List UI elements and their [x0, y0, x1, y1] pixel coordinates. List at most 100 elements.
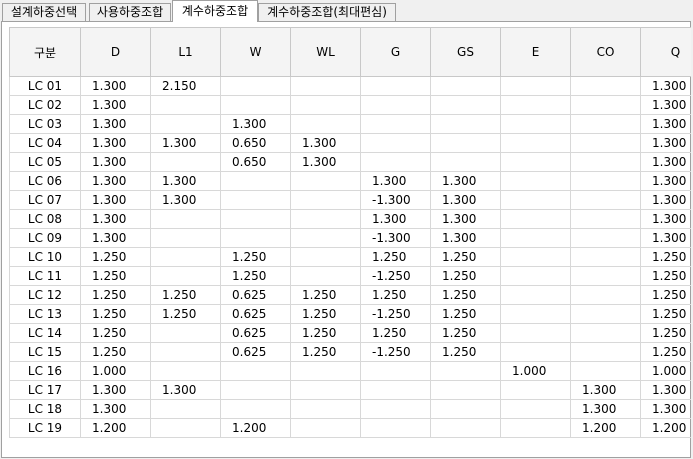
table-row[interactable]: LC 09 1.300 -1.300 1.300 1.300 — [9, 228, 691, 248]
factor-cell-q[interactable]: 1.200 — [640, 418, 691, 438]
factor-cell-w[interactable]: 1.250 — [220, 266, 291, 286]
factor-cell-wl[interactable]: 1.250 — [290, 304, 361, 324]
factor-cell-w[interactable]: 0.650 — [220, 133, 291, 153]
factor-cell-co[interactable] — [570, 209, 641, 229]
factor-cell-gs[interactable]: 1.300 — [430, 190, 501, 210]
factor-cell-d[interactable]: 1.250 — [80, 247, 151, 267]
factor-cell-d[interactable]: 1.250 — [80, 342, 151, 362]
factor-cell-w[interactable] — [220, 399, 291, 419]
factor-cell-gs[interactable]: 1.300 — [430, 209, 501, 229]
factor-cell-co[interactable] — [570, 361, 641, 381]
factor-cell-co[interactable] — [570, 304, 641, 324]
factor-cell-q[interactable]: 1.300 — [640, 171, 691, 191]
table-row[interactable]: LC 10 1.250 1.250 1.250 1.250 1.250 — [9, 247, 691, 267]
factor-cell-wl[interactable] — [290, 228, 361, 248]
factor-cell-q[interactable]: 1.250 — [640, 323, 691, 343]
factor-cell-l1[interactable]: 1.250 — [150, 304, 221, 324]
factor-cell-wl[interactable]: 1.300 — [290, 133, 361, 153]
factor-cell-d[interactable]: 1.300 — [80, 209, 151, 229]
factor-cell-l1[interactable] — [150, 247, 221, 267]
factor-cell-co[interactable] — [570, 190, 641, 210]
factor-cell-q[interactable]: 1.300 — [640, 95, 691, 115]
factor-cell-l1[interactable] — [150, 228, 221, 248]
table-row[interactable]: LC 08 1.300 1.300 1.300 1.300 — [9, 209, 691, 229]
factor-cell-e[interactable] — [500, 342, 571, 362]
factor-cell-w[interactable] — [220, 190, 291, 210]
factor-cell-co[interactable] — [570, 342, 641, 362]
factor-cell-e[interactable]: 1.000 — [500, 361, 571, 381]
factor-cell-l1[interactable]: 1.250 — [150, 285, 221, 305]
factor-cell-w[interactable]: 0.625 — [220, 285, 291, 305]
factor-cell-e[interactable] — [500, 418, 571, 438]
factor-cell-gs[interactable]: 1.300 — [430, 171, 501, 191]
factor-cell-q[interactable]: 1.250 — [640, 247, 691, 267]
factor-cell-gs[interactable] — [430, 418, 501, 438]
factor-cell-l1[interactable]: 1.300 — [150, 190, 221, 210]
factor-cell-wl[interactable]: 1.250 — [290, 285, 361, 305]
factor-cell-g[interactable]: 1.250 — [360, 247, 431, 267]
factor-cell-g[interactable] — [360, 76, 431, 96]
table-row[interactable]: LC 19 1.200 1.200 1.200 1.200 — [9, 418, 691, 438]
factor-cell-w[interactable] — [220, 171, 291, 191]
table-row[interactable]: LC 07 1.300 1.300 -1.300 1.300 1.300 — [9, 190, 691, 210]
table-row[interactable]: LC 16 1.000 1.000 1.000 — [9, 361, 691, 381]
factor-cell-gs[interactable] — [430, 95, 501, 115]
factor-cell-w[interactable]: 1.200 — [220, 418, 291, 438]
factor-cell-l1[interactable] — [150, 152, 221, 172]
factor-cell-co[interactable] — [570, 114, 641, 134]
factor-cell-co[interactable]: 1.300 — [570, 399, 641, 419]
factor-cell-e[interactable] — [500, 323, 571, 343]
factor-cell-w[interactable]: 0.625 — [220, 323, 291, 343]
factor-cell-d[interactable]: 1.250 — [80, 304, 151, 324]
factor-cell-wl[interactable] — [290, 190, 361, 210]
factor-cell-g[interactable]: -1.300 — [360, 228, 431, 248]
factor-cell-w[interactable] — [220, 361, 291, 381]
factor-cell-w[interactable]: 0.625 — [220, 342, 291, 362]
factor-cell-g[interactable]: -1.300 — [360, 190, 431, 210]
factor-cell-w[interactable]: 1.300 — [220, 114, 291, 134]
factor-cell-q[interactable]: 1.300 — [640, 76, 691, 96]
factor-cell-d[interactable]: 1.300 — [80, 76, 151, 96]
factor-cell-d[interactable]: 1.300 — [80, 190, 151, 210]
factor-cell-wl[interactable] — [290, 247, 361, 267]
factor-cell-gs[interactable]: 1.250 — [430, 285, 501, 305]
table-row[interactable]: LC 17 1.300 1.300 1.300 1.300 — [9, 380, 691, 400]
factor-cell-l1[interactable] — [150, 418, 221, 438]
factor-cell-e[interactable] — [500, 266, 571, 286]
factor-cell-w[interactable] — [220, 209, 291, 229]
factor-cell-wl[interactable] — [290, 399, 361, 419]
factor-cell-co[interactable] — [570, 323, 641, 343]
factor-cell-g[interactable]: 1.250 — [360, 323, 431, 343]
factor-cell-q[interactable]: 1.300 — [640, 380, 691, 400]
table-row[interactable]: LC 14 1.250 0.625 1.250 1.250 1.250 1.250 — [9, 323, 691, 343]
factor-cell-w[interactable] — [220, 380, 291, 400]
factor-cell-g[interactable]: -1.250 — [360, 266, 431, 286]
factor-cell-q[interactable]: 1.300 — [640, 209, 691, 229]
factor-cell-e[interactable] — [500, 76, 571, 96]
factor-cell-g[interactable]: -1.250 — [360, 304, 431, 324]
tab-service-load-combination[interactable]: 사용하중조합 — [89, 3, 171, 21]
factor-cell-e[interactable] — [500, 95, 571, 115]
factor-cell-q[interactable]: 1.250 — [640, 285, 691, 305]
tab-design-load-selection[interactable]: 설계하중선택 — [2, 3, 86, 21]
factor-cell-g[interactable]: 1.250 — [360, 285, 431, 305]
factor-cell-l1[interactable]: 1.300 — [150, 380, 221, 400]
factor-cell-co[interactable] — [570, 133, 641, 153]
factor-cell-wl[interactable] — [290, 418, 361, 438]
table-row[interactable]: LC 11 1.250 1.250 -1.250 1.250 1.250 — [9, 266, 691, 286]
factor-cell-q[interactable]: 1.300 — [640, 133, 691, 153]
factor-cell-co[interactable] — [570, 247, 641, 267]
factor-cell-l1[interactable] — [150, 323, 221, 343]
factor-cell-w[interactable] — [220, 95, 291, 115]
factor-cell-l1[interactable] — [150, 95, 221, 115]
factor-cell-l1[interactable]: 2.150 — [150, 76, 221, 96]
factor-cell-d[interactable]: 1.300 — [80, 380, 151, 400]
factor-cell-q[interactable]: 1.300 — [640, 399, 691, 419]
factor-cell-w[interactable]: 0.650 — [220, 152, 291, 172]
factor-cell-q[interactable]: 1.300 — [640, 152, 691, 172]
factor-cell-gs[interactable]: 1.250 — [430, 304, 501, 324]
tab-factored-load-combination-max-eccentricity[interactable]: 계수하중조합(최대편심) — [258, 3, 396, 21]
factor-cell-d[interactable]: 1.250 — [80, 285, 151, 305]
factor-cell-e[interactable] — [500, 380, 571, 400]
factor-cell-g[interactable] — [360, 418, 431, 438]
